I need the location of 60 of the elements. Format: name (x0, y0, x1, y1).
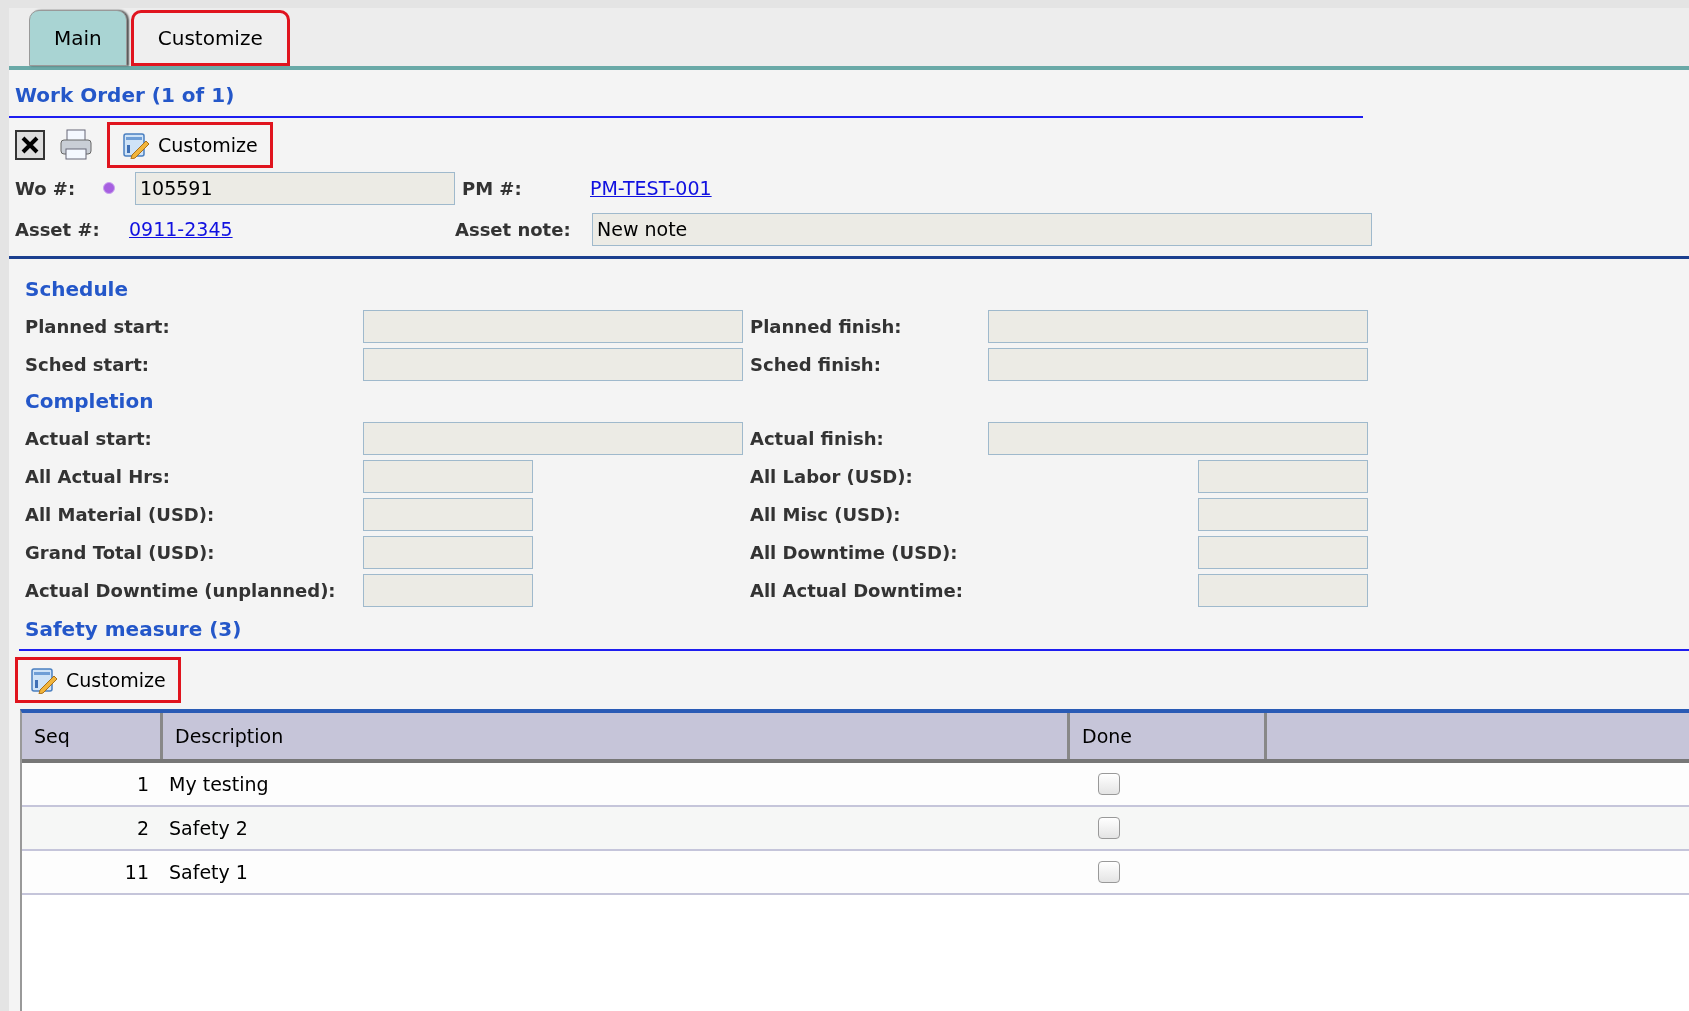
text-field[interactable]: New note (592, 212, 1372, 246)
field-label: All Actual Hrs: (25, 464, 171, 489)
text-field[interactable] (1198, 459, 1368, 493)
checkbox[interactable] (1098, 861, 1120, 883)
column-header[interactable]: Description (163, 713, 1070, 759)
table-cell-text: 2 (135, 815, 149, 841)
text-field[interactable] (363, 535, 533, 569)
field-label: Sched start: (25, 352, 150, 377)
field-label: Planned start: (25, 314, 171, 339)
text-field[interactable] (363, 497, 533, 531)
printer-icon[interactable] (59, 129, 93, 161)
field-label: All Labor (USD): (750, 464, 914, 489)
text-field[interactable] (363, 421, 743, 455)
close-icon[interactable] (15, 130, 45, 160)
checkbox[interactable] (1098, 773, 1120, 795)
text-field[interactable] (988, 347, 1368, 381)
field-label: Wo #: (15, 176, 77, 201)
text-field[interactable] (363, 459, 533, 493)
table-cell-text: Safety 1 (168, 859, 249, 885)
field-label: Actual start: (25, 426, 153, 451)
text-field[interactable] (1198, 535, 1368, 569)
field-label: All Actual Downtime: (750, 578, 964, 603)
table-cell-text: Safety 2 (168, 815, 249, 841)
tab[interactable]: Main (29, 10, 127, 66)
section-title: Safety measure (3) (25, 616, 243, 643)
field-label: Asset #: (15, 217, 101, 242)
asset-link[interactable]: 0911-2345 (129, 214, 455, 244)
section-title: Completion (25, 388, 155, 415)
customize-button[interactable]: Customize (107, 122, 273, 168)
field-label: Asset note: (455, 217, 572, 242)
text-field[interactable] (363, 347, 743, 381)
field-label: Grand Total (USD): (25, 540, 216, 565)
field-label: Actual finish: (750, 426, 885, 451)
text-field[interactable] (363, 573, 533, 607)
field-label: All Misc (USD): (750, 502, 902, 527)
field-label: Sched finish: (750, 352, 882, 377)
text-field[interactable] (1198, 573, 1368, 607)
field-label: PM #: (462, 176, 523, 201)
checkbox[interactable] (1098, 817, 1120, 839)
field-label: All Material (USD): (25, 502, 216, 527)
text-field[interactable] (363, 309, 743, 343)
text-field[interactable] (1198, 497, 1368, 531)
text-field[interactable] (988, 309, 1368, 343)
text-field[interactable] (988, 421, 1368, 455)
pm-link[interactable]: PM-TEST-001 (590, 173, 712, 203)
column-header[interactable]: Seq (22, 713, 163, 759)
table-cell-text: My testing (168, 771, 270, 797)
section-title: Schedule (25, 276, 130, 303)
tab[interactable]: Customize (130, 10, 290, 66)
form-pencil-icon (30, 666, 58, 694)
table-cell-text: 1 (135, 771, 149, 797)
field-label: Actual Downtime (unplanned): (25, 578, 337, 603)
field-label: All Downtime (USD): (750, 540, 959, 565)
column-header[interactable]: Done (1070, 713, 1267, 759)
section-title: Work Order (1 of 1) (15, 83, 235, 107)
form-pencil-icon (122, 131, 150, 159)
field-label: Planned finish: (750, 314, 903, 339)
customize-button[interactable]: Customize (15, 657, 181, 703)
table-cell-text: 11 (123, 859, 149, 885)
text-field[interactable]: 105591 (135, 171, 455, 205)
